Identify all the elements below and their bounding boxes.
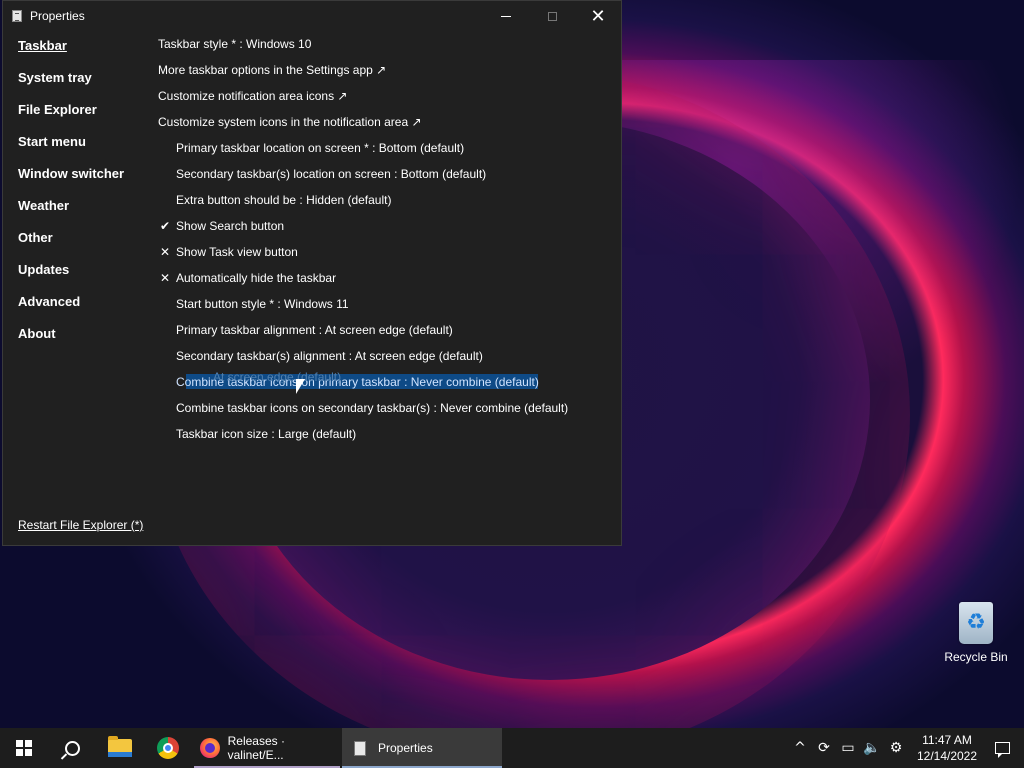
sidebar-item-window-switcher[interactable]: Window switcher [18, 166, 158, 198]
setting-label: Primary taskbar location on screen * : B… [176, 141, 465, 155]
setting-label: Taskbar icon size : Large (default) [176, 427, 357, 441]
windows-logo-icon [16, 740, 32, 756]
maximize-icon [547, 11, 557, 21]
sidebar-item-taskbar[interactable]: Taskbar [18, 38, 158, 70]
sidebar-item-updates[interactable]: Updates [18, 262, 158, 294]
taskbar: Releases · valinet/E... Properties ^ ⟳ ▭… [0, 728, 1024, 768]
properties-window: Properties ✕ Taskbar System tray File Ex… [2, 0, 622, 546]
setting-label: More taskbar options in the Settings app… [158, 63, 387, 77]
setting-combine-primary-taskbar[interactable]: Combine taskbar icons on primary taskbar… [158, 370, 618, 399]
sidebar-item-start-menu[interactable]: Start menu [18, 134, 158, 166]
check-icon: ✔ [159, 219, 171, 233]
taskbar-item-label: Properties [378, 741, 433, 755]
show-hidden-icons-chevron-icon[interactable]: ^ [788, 728, 812, 768]
recycle-bin-shortcut[interactable]: Recycle Bin [940, 600, 1012, 664]
firefox-icon [200, 738, 220, 758]
sidebar-item-advanced[interactable]: Advanced [18, 294, 158, 326]
setting-label: Show Search button [176, 219, 285, 233]
setting-start-button-style[interactable]: Start button style * : Windows 11 [158, 295, 618, 321]
setting-label: Automatically hide the taskbar [176, 271, 337, 285]
chrome-pinned-button[interactable] [144, 728, 192, 768]
cross-icon: ✕ [159, 245, 171, 259]
taskbar-item-firefox[interactable]: Releases · valinet/E... [192, 728, 342, 768]
sidebar-item-system-tray[interactable]: System tray [18, 70, 158, 102]
clock-time: 11:47 AM [922, 733, 972, 747]
clock-date: 12/14/2022 [916, 749, 978, 763]
search-icon [64, 740, 80, 756]
setting-label: Secondary taskbar(s) alignment : At scre… [176, 349, 483, 363]
notification-center-button[interactable] [980, 728, 1024, 768]
setting-extra-button[interactable]: Extra button should be : Hidden (default… [158, 191, 618, 217]
minimize-button[interactable] [483, 1, 529, 31]
setting-label: Taskbar style * : Windows 10 [158, 37, 312, 51]
link-more-taskbar-options[interactable]: More taskbar options in the Settings app… [158, 61, 618, 87]
maximize-button[interactable] [529, 1, 575, 31]
clock[interactable]: 11:47 AM 12/14/2022 [914, 732, 980, 764]
close-button[interactable]: ✕ [575, 1, 621, 31]
system-tray: ^ ⟳ ▭ 🔈 ⚙ 11:47 AM 12/14/2022 [788, 728, 1024, 768]
start-button[interactable] [0, 728, 48, 768]
setting-label: Combine taskbar icons on secondary taskb… [176, 401, 569, 415]
setting-secondary-taskbar-location[interactable]: Secondary taskbar(s) location on screen … [158, 165, 618, 191]
properties-app-icon [12, 10, 22, 22]
cross-icon: ✕ [159, 271, 171, 285]
setting-taskbar-icon-size[interactable]: Taskbar icon size : Large (default) [158, 425, 618, 451]
network-icon[interactable]: ▭ [836, 728, 860, 768]
properties-icon [354, 740, 366, 756]
sidebar-item-other[interactable]: Other [18, 230, 158, 262]
setting-taskbar-style[interactable]: Taskbar style * : Windows 10 [158, 35, 618, 61]
setting-show-task-view-button[interactable]: ✕ Show Task view button [158, 243, 618, 269]
setting-show-search-button[interactable]: ✔ Show Search button [158, 217, 618, 243]
setting-label: Customize notification area icons ↗ [158, 89, 348, 103]
taskbar-item-properties[interactable]: Properties [342, 728, 502, 768]
recycle-bin-label: Recycle Bin [944, 650, 1008, 664]
minimize-icon [501, 15, 511, 17]
link-customize-system-icons[interactable]: Customize system icons in the notificati… [158, 113, 618, 139]
link-customize-notification-icons[interactable]: Customize notification area icons ↗ [158, 87, 618, 113]
setting-label: Secondary taskbar(s) location on screen … [176, 167, 487, 181]
window-controls: ✕ [483, 1, 621, 31]
settings-gear-icon[interactable]: ⚙ [884, 728, 908, 768]
sidebar: Taskbar System tray File Explorer Start … [18, 38, 158, 358]
sidebar-item-about[interactable]: About [18, 326, 158, 358]
sidebar-item-weather[interactable]: Weather [18, 198, 158, 230]
setting-label: Customize system icons in the notificati… [158, 115, 422, 129]
settings-list: Taskbar style * : Windows 10 More taskba… [158, 35, 618, 451]
volume-icon[interactable]: 🔈 [860, 728, 884, 768]
setting-primary-taskbar-alignment[interactable]: Primary taskbar alignment : At screen ed… [158, 321, 618, 347]
file-explorer-icon [108, 736, 132, 757]
window-title: Properties [30, 9, 85, 23]
taskbar-item-label: Releases · valinet/E... [227, 734, 285, 762]
file-explorer-pinned-button[interactable] [96, 728, 144, 768]
search-button[interactable] [48, 728, 96, 768]
setting-label: Primary taskbar alignment : At screen ed… [176, 323, 453, 337]
mouse-pointer-icon [296, 379, 305, 394]
setting-label: Extra button should be : Hidden (default… [176, 193, 392, 207]
setting-auto-hide-taskbar[interactable]: ✕ Automatically hide the taskbar [158, 269, 618, 295]
notification-icon [994, 742, 1010, 758]
title-bar[interactable]: Properties ✕ [3, 1, 621, 31]
setting-label: Start button style * : Windows 11 [176, 297, 349, 311]
restart-file-explorer-link[interactable]: Restart File Explorer (*) [18, 518, 143, 532]
sidebar-item-file-explorer[interactable]: File Explorer [18, 102, 158, 134]
wallpaper-purple-glow [610, 60, 1024, 420]
chrome-icon [157, 737, 179, 759]
sync-status-icon[interactable]: ⟳ [812, 728, 836, 768]
close-icon: ✕ [590, 5, 606, 26]
drag-ghost-text: At screen edge (default) [213, 370, 342, 384]
setting-combine-secondary-taskbar[interactable]: Combine taskbar icons on secondary taskb… [158, 399, 618, 425]
recycle-bin-icon [959, 602, 993, 644]
setting-label: Show Task view button [176, 245, 298, 259]
setting-primary-taskbar-location[interactable]: Primary taskbar location on screen * : B… [158, 139, 618, 165]
